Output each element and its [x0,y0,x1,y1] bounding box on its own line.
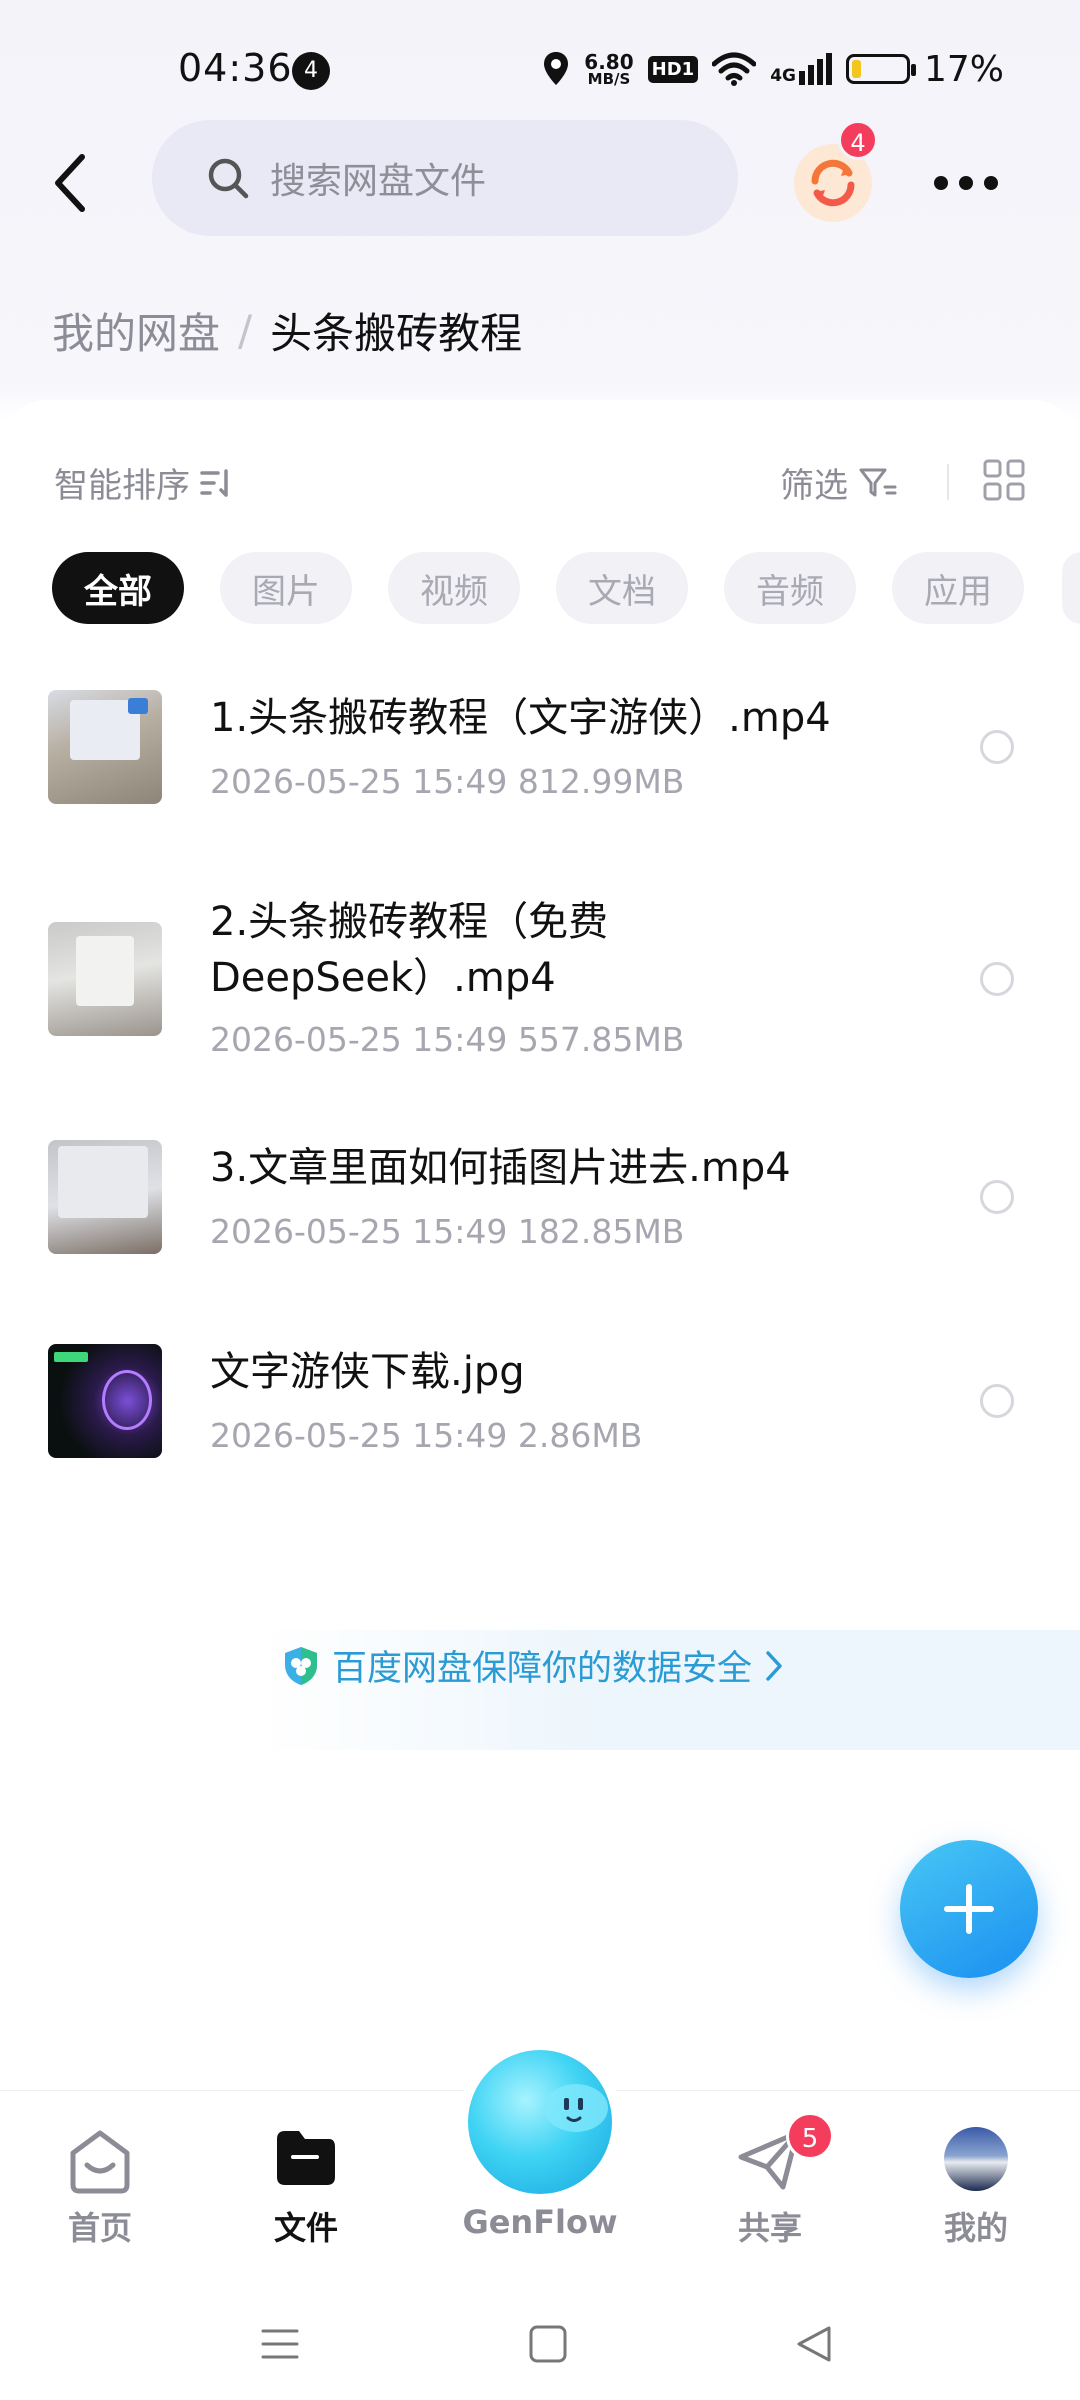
chip-images[interactable]: 图片 [220,552,352,624]
file-thumbnail [48,1344,162,1458]
toolbar: 智能排序 筛选 [0,440,1080,520]
file-meta: 2026-05-25 15:49 2.86MB [210,1416,643,1455]
header: 搜索网盘文件 4 [0,120,1080,240]
home-icon [70,2130,130,2194]
menu-button[interactable] [250,2314,310,2374]
file-thumbnail [48,922,162,1036]
genflow-orb[interactable] [468,2050,612,2194]
nav-mine-label: 我的 [943,2209,1008,2247]
search-input[interactable]: 搜索网盘文件 [152,120,738,236]
grid-view-icon[interactable] [982,458,1026,502]
share-badge: 5 [786,2112,834,2160]
folder-icon [277,2131,335,2185]
system-nav-bar [0,2290,1080,2400]
search-icon [208,158,249,199]
home-button[interactable] [518,2314,578,2374]
cell-signal-icon: 4G [770,53,832,85]
net-speed-unit: MB/S [587,69,631,88]
network-type: 4G [770,66,796,86]
file-name: 文字游侠下载.jpg [210,1349,525,1395]
nav-home[interactable]: 首页 [0,2091,200,2291]
wifi-icon [712,52,757,86]
location-icon [544,52,569,85]
file-thumbnail [48,690,162,804]
nav-genflow-label: GenFlow [462,2203,618,2241]
genflow-mascot-icon [544,2084,608,2132]
sort-button[interactable]: 智能排序 [54,458,234,507]
file-meta: 2026-05-25 15:49 557.85MB [210,1020,685,1059]
filter-button[interactable]: 筛选 [780,458,898,507]
file-name: 3.文章里面如何插图片进去.mp4 [210,1145,791,1191]
select-radio[interactable] [980,1180,1014,1214]
back-button[interactable] [40,148,100,218]
status-icons: 6.80 MB/S HD1 4G 17% [542,44,1004,94]
file-row[interactable]: 3.文章里面如何插图片进去.mp4 2026-05-25 15:49 182.8… [0,1130,1080,1280]
square-icon [529,2325,567,2363]
plus-icon [944,1884,994,1934]
chip-documents[interactable]: 文档 [556,552,688,624]
shield-icon [285,1646,317,1685]
file-name: 2.头条搬砖教程（免费DeepSeek）.mp4 [210,899,609,1001]
file-name: 1.头条搬砖教程（文字游侠）.mp4 [210,695,831,741]
file-thumbnail [48,1140,162,1254]
file-row[interactable]: 1.头条搬砖教程（文字游侠）.mp4 2026-05-25 15:49 812.… [0,680,1080,830]
search-placeholder: 搜索网盘文件 [270,161,487,202]
chip-all[interactable]: 全部 [52,552,184,624]
nav-share-label: 共享 [737,2209,802,2247]
file-row[interactable]: 2.头条搬砖教程（免费DeepSeek）.mp4 2026-05-25 15:4… [0,892,1080,1072]
chevron-right-icon [766,1650,782,1681]
sort-icon [200,468,228,497]
net-speed: 6.80 MB/S [584,52,633,87]
triangle-back-icon [797,2326,831,2362]
more-icon[interactable] [934,168,998,198]
sort-label: 智能排序 [54,466,190,506]
select-radio[interactable] [980,1384,1014,1418]
filter-icon [859,468,897,496]
net-speed-value: 6.80 [584,49,634,74]
sync-badge: 4 [838,120,878,160]
battery-percent: 17% [923,48,1004,90]
battery-icon [845,54,916,84]
nav-home-label: 首页 [67,2209,132,2247]
battery-fill [851,60,861,78]
select-radio[interactable] [980,730,1014,764]
chip-audio[interactable]: 音频 [724,552,856,624]
file-meta: 2026-05-25 15:49 812.99MB [210,762,685,801]
back-nav-button[interactable] [784,2314,844,2374]
file-meta: 2026-05-25 15:49 182.85MB [210,1212,685,1251]
security-note-text: 百度网盘保障你的数据安全 [332,1649,753,1689]
hd-indicator: HD1 [647,55,699,83]
nav-files[interactable]: 文件 [206,2091,406,2291]
menu-icon [261,2329,299,2359]
toolbar-divider [947,464,949,500]
select-radio[interactable] [980,962,1014,996]
breadcrumb: 我的网盘 / 头条搬砖教程 [52,300,522,361]
nav-files-label: 文件 [273,2209,338,2247]
avatar [944,2127,1008,2191]
status-time: 04:36 [178,46,293,90]
chip-videos[interactable]: 视频 [388,552,520,624]
chip-apps[interactable]: 应用 [892,552,1024,624]
filter-label: 筛选 [780,466,848,506]
breadcrumb-separator: / [238,306,253,355]
filter-chips: 全部 图片 视频 文档 音频 应用 [52,552,1024,626]
notification-count-badge: 4 [292,52,330,90]
status-bar: 04:36 4 6.80 MB/S HD1 4G 17% [0,0,1080,130]
file-row[interactable]: 文字游侠下载.jpg 2026-05-25 15:49 2.86MB [0,1334,1080,1484]
add-button[interactable] [900,1840,1038,1978]
back-arrow-icon [55,154,85,212]
breadcrumb-root[interactable]: 我的网盘 [52,300,220,361]
nav-mine[interactable]: 我的 [876,2091,1076,2291]
security-note[interactable]: 百度网盘保障你的数据安全 [282,1640,784,1691]
sync-icon [811,159,855,207]
chip-more[interactable] [1062,552,1080,624]
nav-share[interactable]: 共享 [670,2091,870,2291]
breadcrumb-current: 头条搬砖教程 [270,309,523,358]
